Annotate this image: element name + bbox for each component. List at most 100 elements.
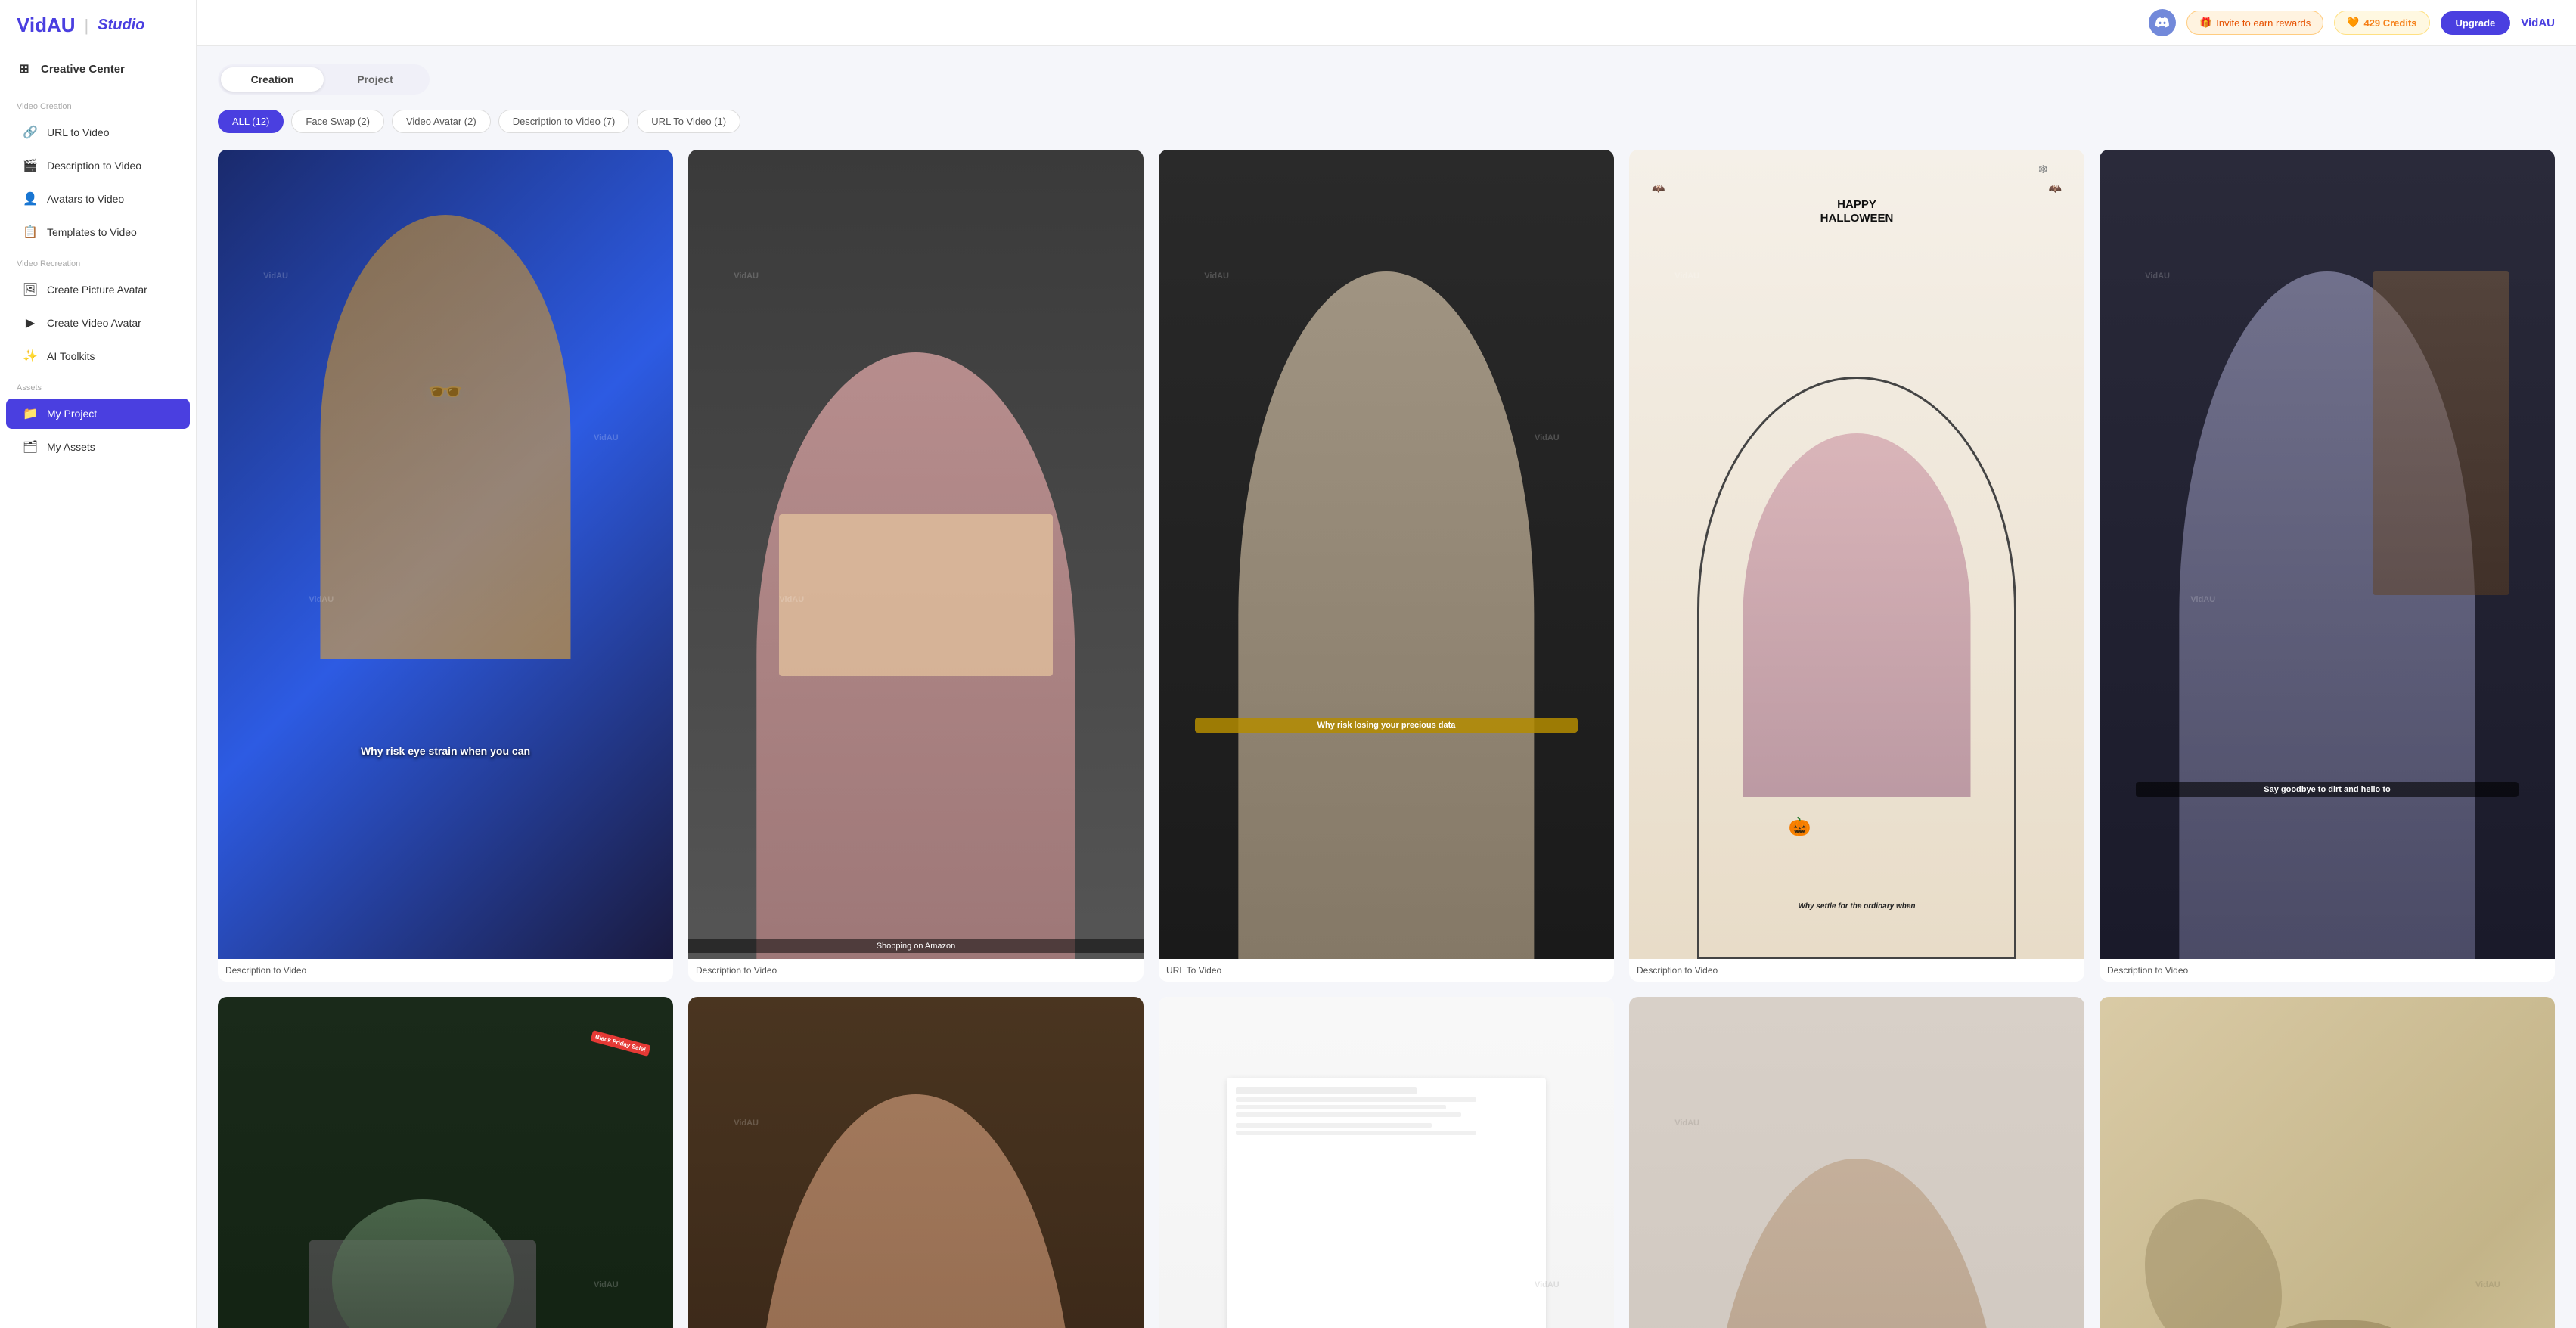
watermark: VidAU xyxy=(1204,271,1229,281)
video-card[interactable]: VidAU xyxy=(2100,997,2555,1328)
header: 🎁 Invite to earn rewards 🧡 429 Credits U… xyxy=(197,0,2576,46)
page-body: Creation Project ALL (12) Face Swap (2) … xyxy=(197,46,2576,1328)
card-label: URL To Video xyxy=(1159,959,1614,982)
link-icon: 🔗 xyxy=(23,125,38,140)
invite-icon: 🎁 xyxy=(2199,17,2211,29)
watermark: VidAU xyxy=(594,1280,619,1289)
video-thumbnail: VidAU xyxy=(2100,997,2555,1328)
main-content: 🎁 Invite to earn rewards 🧡 429 Credits U… xyxy=(197,0,2576,1328)
video-icon: ▶ xyxy=(23,315,38,330)
logo-separator: | xyxy=(85,16,89,36)
video-thumbnail: VidAU VidAU Shopping on Amazon xyxy=(688,150,1144,959)
thumb-overlay-text: Why risk losing your precious data xyxy=(1195,718,1578,733)
video-thumbnail: 🕶️ VidAU VidAU VidAU Why risk eye strain… xyxy=(218,150,673,959)
card-label: Description to Video xyxy=(2100,959,2555,982)
video-card[interactable]: 🕶️ VidAU VidAU VidAU Why risk eye strain… xyxy=(218,150,673,982)
video-thumbnail: VidAU xyxy=(1159,997,1614,1328)
sidebar-label: Create Video Avatar xyxy=(47,317,141,329)
sidebar-label: URL to Video xyxy=(47,126,110,138)
sidebar-label: Create Picture Avatar xyxy=(47,284,147,296)
video-card[interactable]: VidAU VidAU Say goodbye to dirt and hell… xyxy=(2100,150,2555,982)
logo-vidau: VidAU xyxy=(17,14,76,37)
video-card[interactable]: VidAU VidAU Description to Video xyxy=(688,997,1144,1328)
thumb-overlay-text: Say goodbye to dirt and hello to xyxy=(2136,782,2519,797)
video-recreation-section-label: Video Recreation xyxy=(0,249,196,273)
video-card[interactable]: VidAU VidAU Shopping on Amazon Descripti… xyxy=(688,150,1144,982)
sidebar-label: Description to Video xyxy=(47,160,141,172)
logo-area: VidAU | Studio xyxy=(0,0,196,49)
watermark: VidAU xyxy=(1535,1280,1560,1289)
tab-project[interactable]: Project xyxy=(324,67,427,92)
filter-url-to-video[interactable]: URL To Video (1) xyxy=(637,110,740,133)
sidebar-label: My Project xyxy=(47,408,97,420)
filter-pills: ALL (12) Face Swap (2) Video Avatar (2) … xyxy=(218,110,2555,133)
filter-video-avatar[interactable]: Video Avatar (2) xyxy=(392,110,491,133)
video-creation-section-label: Video Creation xyxy=(0,92,196,116)
project-icon: 📁 xyxy=(23,406,38,421)
grid-icon: ⊞ xyxy=(17,61,32,76)
sidebar-item-creative-center[interactable]: ⊞ Creative Center xyxy=(0,52,196,85)
video-thumbnail: VidAU VidAU xyxy=(688,997,1144,1328)
sidebar-label: AI Toolkits xyxy=(47,350,95,362)
logo-studio: Studio xyxy=(98,17,144,34)
video-thumbnail: VidAU VidAU Why risk losing your preciou… xyxy=(1159,150,1614,959)
upgrade-button[interactable]: Upgrade xyxy=(2441,11,2511,35)
video-grid: 🕶️ VidAU VidAU VidAU Why risk eye strain… xyxy=(218,150,2555,1328)
watermark: VidAU xyxy=(1674,271,1699,281)
video-card[interactable]: VidAU xyxy=(1159,997,1614,1328)
card-label: Description to Video xyxy=(688,959,1144,982)
watermark: VidAU xyxy=(2145,271,2170,281)
sidebar-item-my-project[interactable]: 📁 My Project xyxy=(6,399,190,429)
watermark: VidAU xyxy=(734,271,759,281)
video-card[interactable]: HAPPYHALLOWEEN 🦇 🦇 🕸️ 🎃 VidAU Why settle… xyxy=(1629,150,2084,982)
avatar-icon: 👤 xyxy=(23,191,38,206)
tab-creation[interactable]: Creation xyxy=(221,67,324,92)
sidebar-item-avatars-to-video[interactable]: 👤 Avatars to Video xyxy=(6,184,190,214)
watermark: VidAU xyxy=(2475,1280,2500,1289)
watermark: VidAU xyxy=(2190,595,2215,604)
video-card[interactable]: Black Friday Sale! Black friday sales Vi… xyxy=(218,997,673,1328)
watermark: VidAU xyxy=(263,271,288,281)
thumb-overlay-text: Why risk eye strain when you can xyxy=(218,745,673,757)
black-friday-badge: Black Friday Sale! xyxy=(590,1030,650,1057)
halloween-title: HAPPYHALLOWEEN xyxy=(1629,198,2084,225)
video-thumbnail: Black Friday Sale! Black friday sales Vi… xyxy=(218,997,673,1328)
watermark: VidAU xyxy=(309,595,334,604)
ai-icon: ✨ xyxy=(23,349,38,364)
description-icon: 🎬 xyxy=(23,158,38,173)
sidebar-item-create-video-avatar[interactable]: ▶ Create Video Avatar xyxy=(6,308,190,338)
sidebar-item-url-to-video[interactable]: 🔗 URL to Video xyxy=(6,117,190,147)
vidau-header-brand: VidAU xyxy=(2521,17,2555,29)
assets-section-label: Assets xyxy=(0,373,196,397)
watermark: VidAU xyxy=(779,595,804,604)
filter-description-to-video[interactable]: Description to Video (7) xyxy=(498,110,630,133)
watermark: VidAU xyxy=(1535,433,1560,442)
sidebar-item-my-assets[interactable]: 🗂 My Assets xyxy=(6,432,190,462)
watermark: VidAU xyxy=(734,1119,759,1128)
invite-button[interactable]: 🎁 Invite to earn rewards xyxy=(2186,11,2323,35)
sidebar-item-create-picture-avatar[interactable]: 🖼 Create Picture Avatar xyxy=(6,275,190,305)
picture-icon: 🖼 xyxy=(23,282,38,297)
assets-icon: 🗂 xyxy=(23,439,38,455)
sidebar-item-templates-to-video[interactable]: 📋 Templates to Video xyxy=(6,217,190,247)
heart-icon: 🧡 xyxy=(2347,17,2359,29)
sidebar-item-ai-toolkits[interactable]: ✨ AI Toolkits xyxy=(6,341,190,371)
filter-all[interactable]: ALL (12) xyxy=(218,110,284,133)
video-card[interactable]: VidAU VidAU Why risk losing your preciou… xyxy=(1159,150,1614,982)
top-tabs: Creation Project xyxy=(218,64,430,95)
thumb-overlay-text: Why settle for the ordinary when xyxy=(1665,902,2048,911)
card-label: Description to Video xyxy=(1629,959,2084,982)
credits-label: 429 Credits xyxy=(2363,17,2416,29)
credits-button[interactable]: 🧡 429 Credits xyxy=(2334,11,2429,35)
watermark: VidAU xyxy=(1674,1119,1699,1128)
video-card[interactable]: VidAU VidAU xyxy=(1629,997,2084,1328)
my-assets-label: My Assets xyxy=(47,441,95,453)
sidebar-label: Templates to Video xyxy=(47,226,137,238)
video-thumbnail: HAPPYHALLOWEEN 🦇 🦇 🕸️ 🎃 VidAU Why settle… xyxy=(1629,150,2084,959)
template-icon: 📋 xyxy=(23,225,38,240)
sidebar-item-description-to-video[interactable]: 🎬 Description to Video xyxy=(6,150,190,181)
discord-button[interactable] xyxy=(2149,9,2176,36)
sidebar-label: Avatars to Video xyxy=(47,193,124,205)
filter-face-swap[interactable]: Face Swap (2) xyxy=(291,110,384,133)
video-thumbnail: VidAU VidAU Say goodbye to dirt and hell… xyxy=(2100,150,2555,959)
